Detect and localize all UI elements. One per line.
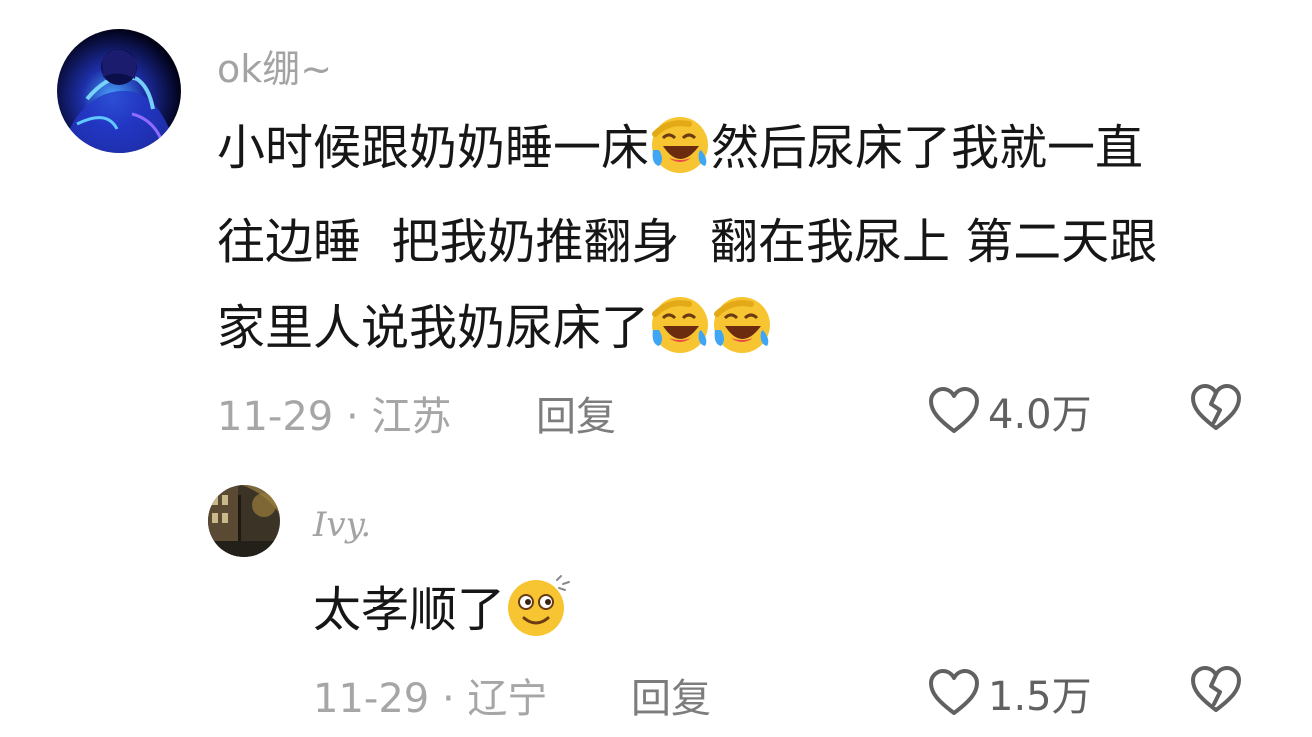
dislike-button[interactable] xyxy=(1189,666,1243,718)
broken-heart-icon xyxy=(1191,384,1241,430)
comment-text-line: 往边睡 把我奶推翻身 翻在我尿上 第二天跟 xyxy=(217,214,1158,270)
avatar[interactable] xyxy=(57,29,181,153)
comment-meta: 11-29 · 辽宁 xyxy=(313,666,547,724)
comment-location: 辽宁 xyxy=(467,676,548,722)
heart-icon xyxy=(929,387,979,433)
like-count: 1.5万 xyxy=(988,674,1092,720)
comment-text-segment: 小时候跟奶奶睡一床 xyxy=(217,120,650,176)
comment-text-line: 小时候跟奶奶睡一床 然后尿床了我就一直 xyxy=(217,114,1143,180)
meta-separator: · xyxy=(345,394,359,440)
laughing-crying-emoji xyxy=(714,297,771,353)
like-count: 4.0万 xyxy=(988,392,1092,438)
laughing-crying-emoji xyxy=(652,117,709,173)
broken-heart-icon xyxy=(1191,666,1241,712)
comment-text-line: 太孝顺了 xyxy=(313,574,571,642)
laughing-crying-emoji xyxy=(652,297,709,353)
username[interactable]: Ivy. xyxy=(313,505,371,545)
avatar[interactable] xyxy=(208,485,280,557)
username[interactable]: ok绷~ xyxy=(217,38,332,93)
dizzy-smile-emoji xyxy=(508,575,571,636)
meta-separator: · xyxy=(441,676,455,722)
comment-date: 11-29 xyxy=(313,676,430,722)
comment-text-segment: 家里人说我奶尿床了 xyxy=(217,300,650,356)
comment-text-line: 家里人说我奶尿床了 xyxy=(217,294,773,360)
comment-text-segment: 太孝顺了 xyxy=(313,582,506,638)
comment-date: 11-29 xyxy=(217,394,334,440)
like-button[interactable]: 4.0万 xyxy=(928,382,1092,440)
like-button[interactable]: 1.5万 xyxy=(928,664,1092,722)
comment-location: 江苏 xyxy=(371,394,452,440)
comment-text-segment: 然后尿床了我就一直 xyxy=(711,120,1144,176)
heart-icon xyxy=(929,669,979,715)
dislike-button[interactable] xyxy=(1189,384,1243,436)
reply-button[interactable]: 回复 xyxy=(631,666,711,724)
reply-button[interactable]: 回复 xyxy=(536,384,616,442)
comment-meta: 11-29 · 江苏 xyxy=(217,384,451,442)
